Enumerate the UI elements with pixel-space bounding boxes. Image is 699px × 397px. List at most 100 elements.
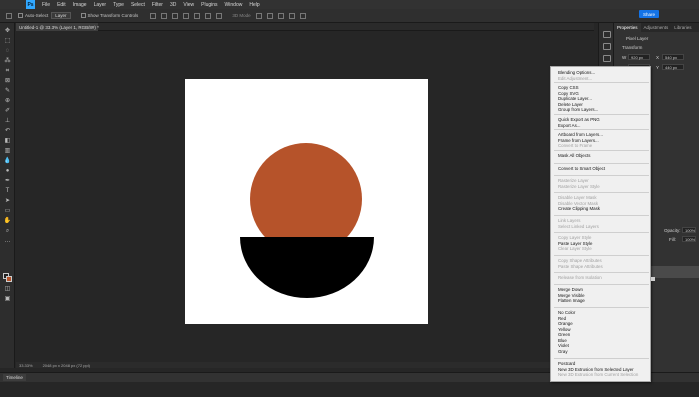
pen-tool-icon[interactable]: ✒: [3, 177, 12, 185]
selected-layer-row[interactable]: [650, 266, 699, 278]
menu-file[interactable]: File: [42, 2, 50, 8]
dodge-tool-icon[interactable]: ●: [3, 167, 12, 175]
context-menu-item[interactable]: Mask All Objects: [558, 153, 590, 158]
auto-select-checkbox[interactable]: [18, 13, 23, 18]
menu-filter[interactable]: Filter: [152, 2, 163, 8]
clone-stamp-tool-icon[interactable]: ⊥: [3, 117, 12, 125]
more-tools-icon[interactable]: …: [3, 237, 12, 245]
more-options-icon[interactable]: [216, 12, 223, 19]
share-button[interactable]: Share: [639, 10, 659, 18]
context-menu-item[interactable]: Merge Down: [558, 287, 583, 292]
context-menu-item[interactable]: Flatten Image: [558, 298, 585, 303]
context-menu-item[interactable]: Copy SVG: [558, 91, 579, 96]
transform-section-header[interactable]: Transform: [622, 45, 642, 50]
context-menu-item[interactable]: Green: [558, 332, 570, 337]
context-menu-item[interactable]: Blending Options...: [558, 70, 595, 75]
black-half-circle[interactable]: [240, 237, 374, 298]
move-tool-icon[interactable]: [6, 12, 12, 19]
magic-wand-tool-icon[interactable]: ⁂: [3, 57, 12, 65]
3d-rotate-icon[interactable]: [255, 12, 262, 19]
eyedropper-tool-icon[interactable]: ✎: [3, 87, 12, 95]
context-menu-item[interactable]: Merge Visible: [558, 293, 585, 298]
3d-slide-icon[interactable]: [288, 12, 295, 19]
type-tool-icon[interactable]: T: [3, 187, 12, 195]
eraser-tool-icon[interactable]: ◧: [3, 137, 12, 145]
zoom-tool-icon[interactable]: ⌕: [3, 227, 12, 235]
context-menu-item: Disable Layer Mask: [558, 195, 597, 200]
context-menu-item[interactable]: Frame from Layers...: [558, 138, 599, 143]
screen-mode-icon[interactable]: ▣: [3, 295, 12, 303]
align-bottom-icon[interactable]: [205, 12, 212, 19]
gradient-tool-icon[interactable]: ▥: [3, 147, 12, 155]
align-middle-icon[interactable]: [194, 12, 201, 19]
menu-window[interactable]: Window: [225, 2, 243, 8]
rectangle-tool-icon[interactable]: ▭: [3, 207, 12, 215]
lasso-tool-icon[interactable]: ◌: [3, 47, 12, 55]
menu-3d[interactable]: 3D: [170, 2, 176, 8]
3d-scale-icon[interactable]: [299, 12, 306, 19]
align-right-icon[interactable]: [172, 12, 179, 19]
path-selection-tool-icon[interactable]: ➤: [3, 197, 12, 205]
align-left-icon[interactable]: [150, 12, 157, 19]
y-field[interactable]: 440 px: [662, 64, 684, 70]
context-menu-item[interactable]: Gray: [558, 349, 568, 354]
document-tab[interactable]: Untitled-1 @ 33.3% (Layer 1, RGB/8#) *: [16, 23, 99, 31]
auto-select-target-dropdown[interactable]: Layer: [51, 12, 71, 19]
menu-view[interactable]: View: [183, 2, 194, 8]
artboard-tool-icon[interactable]: ⬚: [3, 37, 12, 45]
context-menu-item[interactable]: New 3D Extrusion from Selected Layer: [558, 367, 634, 372]
quick-mask-icon[interactable]: ◫: [3, 285, 12, 293]
move-tool-icon[interactable]: ✥: [3, 27, 12, 35]
x-field[interactable]: 540 px: [662, 54, 684, 60]
zoom-level[interactable]: 33.33%: [19, 363, 33, 368]
document-canvas[interactable]: [185, 79, 428, 324]
menu-type[interactable]: Type: [113, 2, 124, 8]
context-menu-item[interactable]: Export As...: [558, 123, 580, 128]
tab-properties[interactable]: Properties: [614, 23, 641, 32]
align-top-icon[interactable]: [183, 12, 190, 19]
context-menu-item[interactable]: Paste Layer Style: [558, 241, 592, 246]
opacity-field[interactable]: 100%: [682, 227, 696, 233]
menu-plugins[interactable]: Plugins: [201, 2, 217, 8]
history-icon[interactable]: [603, 31, 611, 38]
context-menu-item[interactable]: Orange: [558, 321, 573, 326]
crop-tool-icon[interactable]: ⌗: [3, 67, 12, 75]
menu-select[interactable]: Select: [131, 2, 145, 8]
context-menu-item[interactable]: Group from Layers...: [558, 107, 598, 112]
context-menu-item[interactable]: Create Clipping Mask: [558, 206, 600, 211]
hand-tool-icon[interactable]: ✋: [3, 217, 12, 225]
show-transform-controls-checkbox[interactable]: [80, 13, 86, 18]
context-menu-item[interactable]: Blue: [558, 338, 567, 343]
width-field[interactable]: 920 px: [628, 54, 650, 60]
context-menu-item[interactable]: Postcard: [558, 361, 575, 366]
tab-libraries[interactable]: Libraries: [671, 23, 694, 32]
context-menu-item[interactable]: Delete Layer: [558, 102, 583, 107]
menu-edit[interactable]: Edit: [57, 2, 66, 8]
context-menu-item[interactable]: Convert to Smart Object: [558, 166, 605, 171]
align-center-icon[interactable]: [161, 12, 168, 19]
3d-pan-icon[interactable]: [277, 12, 284, 19]
timeline-tab[interactable]: Timeline: [3, 374, 26, 381]
blur-tool-icon[interactable]: 💧: [3, 157, 12, 165]
fill-field[interactable]: 100%: [682, 236, 696, 242]
context-menu-item[interactable]: Yellow: [558, 327, 571, 332]
context-menu-item[interactable]: Red: [558, 316, 566, 321]
context-menu-item[interactable]: Artboard from Layers...: [558, 132, 603, 137]
brush-tool-icon[interactable]: ✐: [3, 107, 12, 115]
context-menu-item[interactable]: Violet: [558, 343, 569, 348]
background-color-swatch[interactable]: [6, 276, 12, 282]
frame-tool-icon[interactable]: ⊠: [3, 77, 12, 85]
healing-brush-tool-icon[interactable]: ⊕: [3, 97, 12, 105]
tab-adjustments[interactable]: Adjustments: [641, 23, 672, 32]
3d-roll-icon[interactable]: [266, 12, 273, 19]
menu-help[interactable]: Help: [249, 2, 259, 8]
context-menu-item[interactable]: Quick Export as PNG: [558, 117, 600, 122]
menu-layer[interactable]: Layer: [94, 2, 107, 8]
menu-image[interactable]: Image: [73, 2, 87, 8]
brush-settings-icon[interactable]: [603, 43, 611, 50]
context-menu-item[interactable]: Duplicate Layer...: [558, 96, 592, 101]
context-menu-item[interactable]: Copy CSS: [558, 85, 579, 90]
context-menu-item[interactable]: No Color: [558, 310, 575, 315]
swatches-icon[interactable]: [603, 55, 611, 62]
history-brush-tool-icon[interactable]: ↶: [3, 127, 12, 135]
